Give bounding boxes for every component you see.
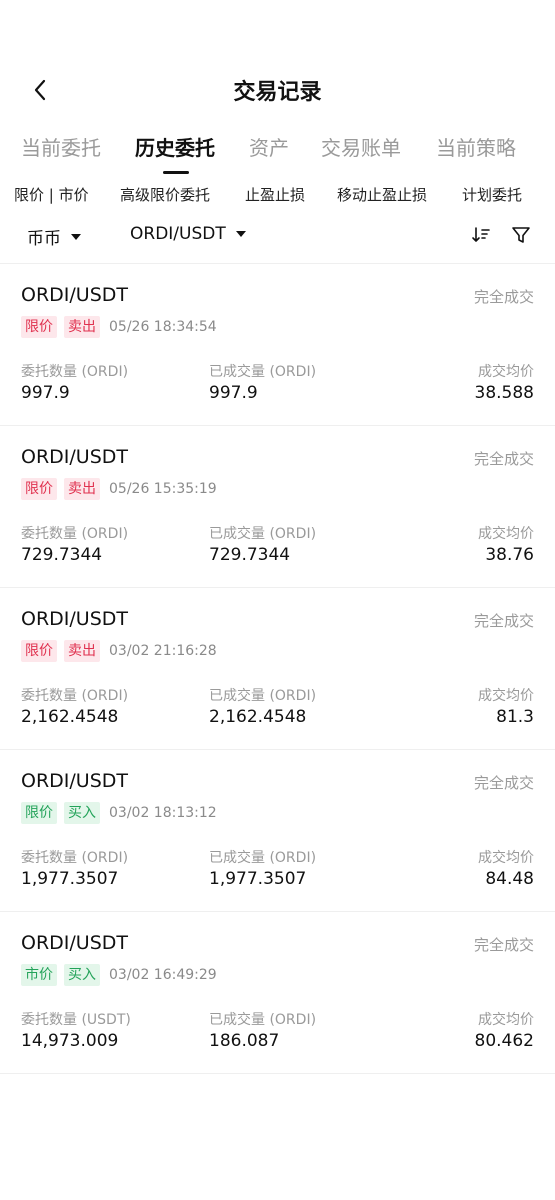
order-side-badge: 卖出 [64,478,100,500]
order-qty-label: 委托数量 (ORDI) [21,850,129,866]
subtab-trailing-tp-sl[interactable]: 移动止盈止损 [337,184,427,205]
order-list: ORDI/USDT 完全成交 限价 卖出 05/26 18:34:54 委托数量… [0,264,555,1074]
order-pair: ORDI/USDT [21,770,128,792]
pair-dropdown[interactable]: ORDI/USDT [130,224,246,244]
order-side-badge: 卖出 [64,640,100,662]
filled-qty-label: 已成交量 (ORDI) [209,526,317,542]
order-type-badge: 限价 [21,478,57,500]
subtab-advanced-limit[interactable]: 高级限价委托 [120,184,210,205]
order-pair: ORDI/USDT [21,446,128,468]
caret-down-icon [71,233,81,240]
tab-current-strategy[interactable]: 当前策略 [436,132,516,161]
subtab-tp-sl[interactable]: 止盈止损 [245,184,305,205]
order-time: 03/02 16:49:29 [109,967,217,983]
page-title: 交易记录 [233,80,322,105]
order-qty-label: 委托数量 (ORDI) [21,688,129,704]
order-time: 03/02 18:13:12 [109,805,217,821]
order-card[interactable]: ORDI/USDT 完全成交 市价 买入 03/02 16:49:29 委托数量… [0,912,555,1074]
order-pair: ORDI/USDT [21,608,128,630]
order-status: 完全成交 [473,936,534,954]
filter-button[interactable] [508,222,534,248]
order-qty-label: 委托数量 (USDT) [21,1012,131,1028]
order-qty-label: 委托数量 (ORDI) [21,526,129,542]
avg-price-value: 84.48 [485,869,534,889]
order-tags: 限价 卖出 05/26 18:34:54 [21,315,217,339]
order-side-badge: 买入 [64,964,100,986]
subtab-limit-market[interactable]: 限价 | 市价 [14,184,89,205]
order-card[interactable]: ORDI/USDT 完全成交 限价 卖出 05/26 18:34:54 委托数量… [0,264,555,426]
tab-bar: 当前委托 历史委托 资产 交易账单 当前策略 [0,128,555,178]
sort-button[interactable] [468,222,494,248]
order-pair: ORDI/USDT [21,284,128,306]
subtab-plan-order[interactable]: 计划委托 [462,184,522,205]
order-card[interactable]: ORDI/USDT 完全成交 限价 卖出 03/02 21:16:28 委托数量… [0,588,555,750]
order-type-badge: 限价 [21,316,57,338]
avg-price-label: 成交均价 [478,688,534,704]
filter-bar: 币币 ORDI/USDT [0,222,555,252]
active-tab-indicator [163,171,189,174]
order-tags: 市价 买入 03/02 16:49:29 [21,963,217,987]
avg-price-value: 38.76 [485,545,534,565]
order-tags: 限价 卖出 03/02 21:16:28 [21,639,217,663]
avg-price-value: 80.462 [474,1031,534,1051]
avg-price-label: 成交均价 [478,364,534,380]
order-time: 03/02 21:16:28 [109,643,217,659]
filled-qty-label: 已成交量 (ORDI) [209,1012,317,1028]
filled-qty-value: 186.087 [209,1031,280,1051]
filled-qty-value: 997.9 [209,383,258,403]
filled-qty-value: 729.7344 [209,545,291,565]
order-card[interactable]: ORDI/USDT 完全成交 限价 卖出 05/26 15:35:19 委托数量… [0,426,555,588]
caret-down-icon [235,231,246,237]
avg-price-value: 81.3 [496,707,534,727]
order-type-tabs: 限价 | 市价 高级限价委托 止盈止损 移动止盈止损 计划委托 [0,184,555,210]
tab-current-orders[interactable]: 当前委托 [21,132,101,161]
tab-trade-bill[interactable]: 交易账单 [321,132,401,161]
order-tags: 限价 卖出 05/26 15:35:19 [21,477,217,501]
order-qty-value: 997.9 [21,383,70,403]
order-qty-label: 委托数量 (ORDI) [21,364,129,380]
avg-price-label: 成交均价 [478,1012,534,1028]
order-status: 完全成交 [473,612,534,630]
order-status: 完全成交 [473,450,534,468]
order-side-badge: 卖出 [64,316,100,338]
order-side-badge: 买入 [64,802,100,824]
order-time: 05/26 15:35:19 [109,481,217,497]
order-status: 完全成交 [473,288,534,306]
filled-qty-label: 已成交量 (ORDI) [209,364,317,380]
order-card[interactable]: ORDI/USDT 完全成交 限价 买入 03/02 18:13:12 委托数量… [0,750,555,912]
order-pair: ORDI/USDT [21,932,128,954]
header: 交易记录 [0,60,555,120]
market-dropdown-label: 币币 [27,229,61,249]
filled-qty-value: 2,162.4548 [209,707,307,727]
filled-qty-value: 1,977.3507 [209,869,307,889]
order-qty-value: 14,973.009 [21,1031,119,1051]
funnel-icon [512,227,530,243]
order-qty-value: 729.7344 [21,545,103,565]
order-qty-value: 2,162.4548 [21,707,119,727]
filled-qty-label: 已成交量 (ORDI) [209,688,317,704]
pair-dropdown-label: ORDI/USDT [130,224,226,244]
order-type-badge: 市价 [21,964,57,986]
order-type-badge: 限价 [21,640,57,662]
order-status: 完全成交 [473,774,534,792]
order-type-badge: 限价 [21,802,57,824]
tab-history-orders[interactable]: 历史委托 [135,132,215,161]
avg-price-value: 38.588 [474,383,534,403]
tab-assets[interactable]: 资产 [249,132,289,161]
order-tags: 限价 买入 03/02 18:13:12 [21,801,217,825]
order-qty-value: 1,977.3507 [21,869,119,889]
sort-icon [472,227,490,242]
avg-price-label: 成交均价 [478,850,534,866]
market-dropdown[interactable]: 币币 [27,224,81,249]
order-time: 05/26 18:34:54 [109,319,217,335]
filled-qty-label: 已成交量 (ORDI) [209,850,317,866]
avg-price-label: 成交均价 [478,526,534,542]
